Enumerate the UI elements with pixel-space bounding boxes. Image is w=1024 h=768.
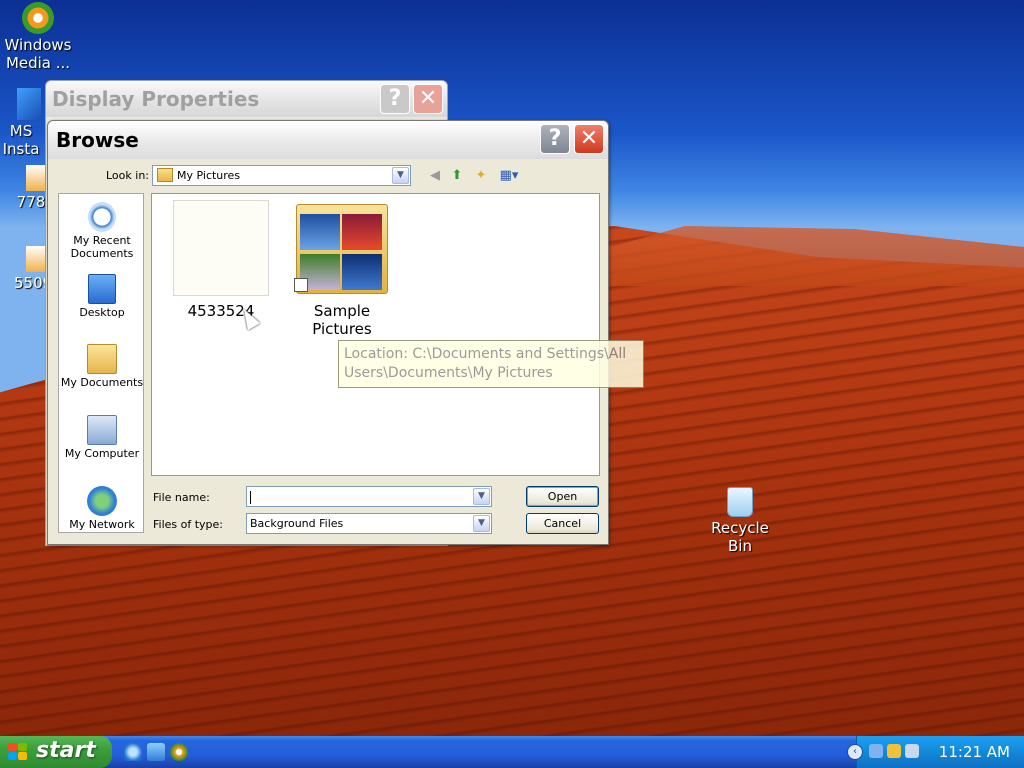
back-icon[interactable]: ◀: [426, 168, 444, 184]
look-in-value: My Pictures: [177, 169, 241, 182]
media-player-icon: [22, 2, 54, 34]
my-network-icon: [87, 486, 117, 516]
media-player-quicklaunch-icon[interactable]: [170, 743, 188, 761]
file-name-label: File name:: [153, 491, 210, 504]
wallpaper-ridge: [600, 226, 1024, 286]
connection-icon[interactable]: [905, 744, 919, 758]
chevron-left-icon[interactable]: ‹: [847, 744, 863, 760]
chevron-down-icon[interactable]: ▼: [473, 488, 490, 505]
place-my-computer[interactable]: My Computer: [59, 415, 145, 460]
close-button[interactable]: ✕: [574, 124, 604, 154]
close-button[interactable]: ✕: [413, 84, 443, 114]
shortcut-arrow-icon: [294, 278, 308, 292]
desktop-icon-recycle-bin[interactable]: Recycle Bin: [704, 487, 776, 555]
look-in-label: Look in:: [106, 169, 149, 182]
place-my-recent-documents[interactable]: My Recent Documents: [59, 202, 145, 260]
help-icon: ?: [388, 86, 402, 111]
place-label: My Computer: [64, 447, 140, 460]
files-of-type-dropdown[interactable]: Background Files ▼: [246, 513, 492, 534]
help-icon: ?: [548, 126, 562, 151]
dialog-title: Browse: [56, 128, 139, 152]
place-label: My Documents: [60, 376, 144, 389]
window-title: Display Properties: [52, 87, 260, 111]
browse-dialog: Browse ? ✕ Look in: My Pictures ▼ ◀ ⬆ ✦ …: [47, 120, 609, 545]
image-thumbnail: [173, 200, 269, 296]
chevron-down-icon[interactable]: ▼: [392, 167, 409, 184]
my-documents-icon: [87, 344, 117, 374]
desktop-icon-ms-install[interactable]: MS Insta: [0, 88, 45, 158]
desktop-icon-label: MS Insta: [2, 122, 40, 158]
chevron-down-icon[interactable]: ▼: [473, 515, 490, 532]
help-button[interactable]: ?: [380, 84, 410, 114]
cancel-button[interactable]: Cancel: [526, 513, 599, 534]
places-bar: My Recent Documents Desktop My Documents…: [58, 193, 144, 533]
installer-icon: [17, 88, 41, 120]
place-desktop[interactable]: Desktop: [59, 274, 145, 319]
tooltip-text: Location: C:\Documents and Settings\All …: [344, 346, 627, 381]
place-my-network[interactable]: My Network: [59, 486, 145, 531]
display-properties-titlebar: Display Properties ? ✕: [46, 81, 447, 117]
close-icon: ✕: [579, 126, 599, 151]
file-list: 4533524 Sample Pictures: [151, 193, 600, 476]
folder-name: Sample Pictures: [312, 302, 372, 338]
files-of-type-label: Files of type:: [153, 518, 224, 531]
place-my-documents[interactable]: My Documents: [59, 344, 145, 389]
text-caret: [250, 490, 251, 504]
help-button[interactable]: ?: [540, 124, 570, 154]
taskbar: start ‹ 11:21 AM: [0, 736, 1024, 768]
up-folder-icon[interactable]: ⬆: [448, 168, 466, 184]
my-computer-icon: [87, 415, 117, 445]
network-icon[interactable]: [869, 744, 883, 758]
outlook-express-icon[interactable]: [147, 743, 165, 761]
clock: 11:21 AM: [938, 743, 1010, 761]
new-folder-icon[interactable]: ✦: [472, 168, 490, 184]
recycle-bin-icon: [727, 487, 753, 517]
file-name-input[interactable]: ▼: [246, 486, 492, 507]
internet-explorer-icon[interactable]: [124, 743, 142, 761]
desktop-icon-label: Windows Media ...: [4, 36, 72, 72]
start-button[interactable]: start: [0, 736, 112, 768]
file-item[interactable]: 4533524: [166, 200, 276, 320]
look-in-dropdown[interactable]: My Pictures ▼: [152, 165, 411, 186]
view-menu-icon[interactable]: ▦▾: [496, 168, 522, 184]
desktop-icon-778[interactable]: 778: [0, 165, 48, 211]
browse-titlebar: Browse ? ✕: [48, 121, 608, 159]
security-shield-icon[interactable]: [887, 744, 901, 758]
desktop-icon: [88, 274, 116, 304]
open-button-label: Open: [547, 490, 578, 503]
open-button[interactable]: Open: [526, 486, 599, 507]
start-label: start: [36, 738, 96, 763]
desktop-icon-5509[interactable]: 5509: [0, 246, 52, 292]
desktop-icon-label: 778: [16, 193, 46, 211]
system-tray: ‹ 11:21 AM: [847, 736, 1024, 768]
place-label: My Network: [69, 518, 135, 531]
files-of-type-value: Background Files: [250, 517, 344, 530]
pictures-folder-icon: [157, 168, 173, 182]
place-label: Desktop: [79, 306, 125, 319]
sample-pictures-folder-icon: [294, 200, 390, 296]
cancel-button-label: Cancel: [543, 517, 582, 530]
desktop-icon-windows-media[interactable]: Windows Media ...: [2, 2, 74, 72]
desktop-icon-label: Recycle Bin: [711, 519, 769, 555]
place-label: My Recent Documents: [70, 234, 134, 260]
close-icon: ✕: [418, 86, 438, 111]
location-tooltip: Location: C:\Documents and Settings\All …: [338, 340, 644, 388]
folder-item[interactable]: Sample Pictures: [282, 200, 402, 338]
windows-logo-icon: [8, 743, 28, 761]
recent-documents-icon: [88, 202, 116, 232]
